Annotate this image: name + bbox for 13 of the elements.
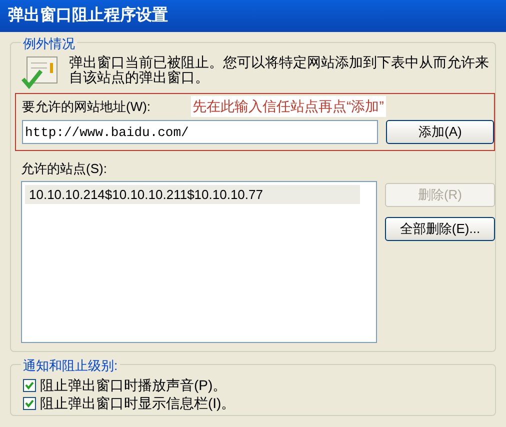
window-title: 弹出窗口阻止程序设置	[8, 5, 168, 26]
address-label: 要允许的网站地址(W):	[22, 98, 151, 116]
annotation-text: 先在此输入信任站点再点“添加”	[190, 96, 386, 117]
remove-all-button[interactable]: 全部删除(E)...	[385, 216, 495, 240]
checkbox-label: 阻止弹出窗口时播放声音(P)。	[40, 376, 227, 395]
checkbox[interactable]	[23, 397, 36, 410]
info-message: 弹出窗口当前已被阻止。您可以将特定网站添加到下表中从而允许来自该站点的弹出窗口。	[69, 55, 490, 85]
address-field[interactable]: http://www.baidu.com/	[22, 120, 378, 144]
checkbox-label: 阻止弹出窗口时显示信息栏(I)。	[40, 394, 236, 413]
sites-label: 允许的站点(S):	[21, 160, 108, 178]
checkbox[interactable]	[23, 379, 36, 392]
site-item[interactable]: 10.10.10.214$10.10.10.211$10.10.10.77	[25, 184, 360, 204]
add-button[interactable]: 添加(A)	[386, 120, 494, 144]
